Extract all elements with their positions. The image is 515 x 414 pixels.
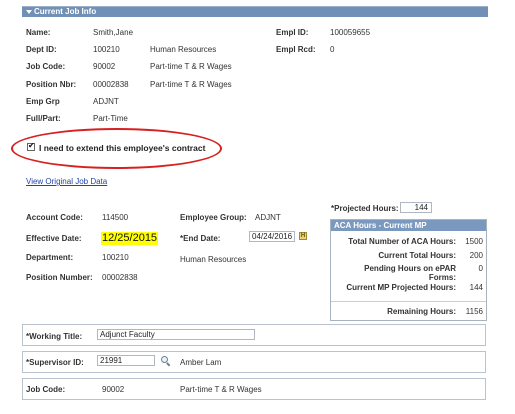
search-icon[interactable] — [161, 356, 171, 367]
account-code-value: 114500 — [102, 213, 129, 222]
aca-projected-value: 144 — [469, 283, 483, 292]
department-label: Department: — [26, 253, 74, 262]
aca-remaining-value: 1156 — [465, 307, 483, 316]
aca-total-label: Total Number of ACA Hours: — [348, 237, 456, 246]
supervisor-label: *Supervisor ID: — [26, 358, 84, 367]
emp-grp-label: Emp Grp — [26, 97, 60, 106]
section-header[interactable]: Current Job Info — [22, 6, 488, 17]
job-code-label: Job Code: — [26, 62, 66, 71]
name-label: Name: — [26, 28, 51, 37]
aca-projected-label: Current MP Projected Hours: — [346, 283, 456, 292]
position-number-value: 00002838 — [102, 273, 138, 282]
account-code-label: Account Code: — [26, 213, 83, 222]
aca-pending-value: 0 — [478, 264, 483, 273]
aca-total-value: 1500 — [465, 237, 483, 246]
end-date-label: *End Date: — [180, 234, 221, 243]
emp-grp-value: ADJNT — [93, 97, 119, 106]
employee-group-label: Employee Group: — [180, 213, 247, 222]
department-value: 100210 — [102, 253, 129, 262]
name-value: Smith,Jane — [93, 28, 134, 37]
projected-hours-label: *Projected Hours: — [331, 204, 399, 213]
position-nbr-value: 00002838 — [93, 80, 129, 89]
section-title: Current Job Info — [34, 7, 97, 16]
effective-date-value: 12/25/2015 — [101, 232, 159, 245]
empl-rcd-value: 0 — [330, 45, 335, 54]
aca-current-total-value: 200 — [469, 251, 483, 260]
view-original-job-data-link[interactable]: View Original Job Data — [26, 177, 107, 186]
lower-job-code-value: 90002 — [102, 385, 125, 394]
supervisor-group — [22, 351, 486, 373]
dept-name: Human Resources — [150, 45, 217, 54]
aca-pending-label-2: Forms: — [428, 273, 456, 282]
calendar-icon[interactable]: H — [299, 232, 307, 240]
supervisor-name: Amber Lam — [180, 358, 222, 367]
aca-current-total-label: Current Total Hours: — [378, 251, 456, 260]
position-number-label: Position Number: — [26, 273, 93, 282]
full-part-label: Full/Part: — [26, 114, 61, 123]
position-nbr-label: Position Nbr: — [26, 80, 77, 89]
employee-group-value: ADJNT — [255, 213, 281, 222]
checkbox-checked-icon: ✔ — [28, 141, 35, 150]
lower-job-code-label: Job Code: — [26, 385, 66, 394]
aca-remaining-label: Remaining Hours: — [387, 307, 456, 316]
projected-hours-input[interactable]: 144 — [400, 202, 432, 213]
job-code-value: 90002 — [93, 62, 116, 71]
dept-id-label: Dept ID: — [26, 45, 57, 54]
lower-job-code-desc: Part-time T & R Wages — [180, 385, 262, 394]
aca-divider — [331, 301, 486, 302]
supervisor-id-input[interactable]: 21991 — [97, 355, 155, 366]
effective-date-label: Effective Date: — [26, 234, 82, 243]
aca-pending-label: Pending Hours on ePAR — [364, 264, 456, 273]
aca-panel-title: ACA Hours - Current MP — [331, 220, 486, 231]
empl-id-label: Empl ID: — [276, 28, 309, 37]
chevron-down-icon[interactable] — [26, 10, 32, 14]
empl-rcd-label: Empl Rcd: — [276, 45, 316, 54]
extend-contract-label[interactable]: I need to extend this employee's contrac… — [39, 143, 205, 153]
extend-contract-checkbox[interactable]: ✔ — [27, 141, 35, 151]
working-title-label: *Working Title: — [26, 332, 83, 341]
position-desc: Part-time T & R Wages — [150, 80, 232, 89]
end-date-input[interactable]: 04/24/2016 — [249, 231, 295, 242]
aca-hours-panel: ACA Hours - Current MP Total Number of A… — [330, 219, 487, 321]
empl-id-value: 100059655 — [330, 28, 371, 37]
department-name: Human Resources — [180, 255, 247, 264]
dept-id-value: 100210 — [93, 45, 120, 54]
job-code-desc: Part-time T & R Wages — [150, 62, 232, 71]
full-part-value: Part-Time — [93, 114, 128, 123]
working-title-input[interactable]: Adjunct Faculty — [97, 329, 255, 340]
